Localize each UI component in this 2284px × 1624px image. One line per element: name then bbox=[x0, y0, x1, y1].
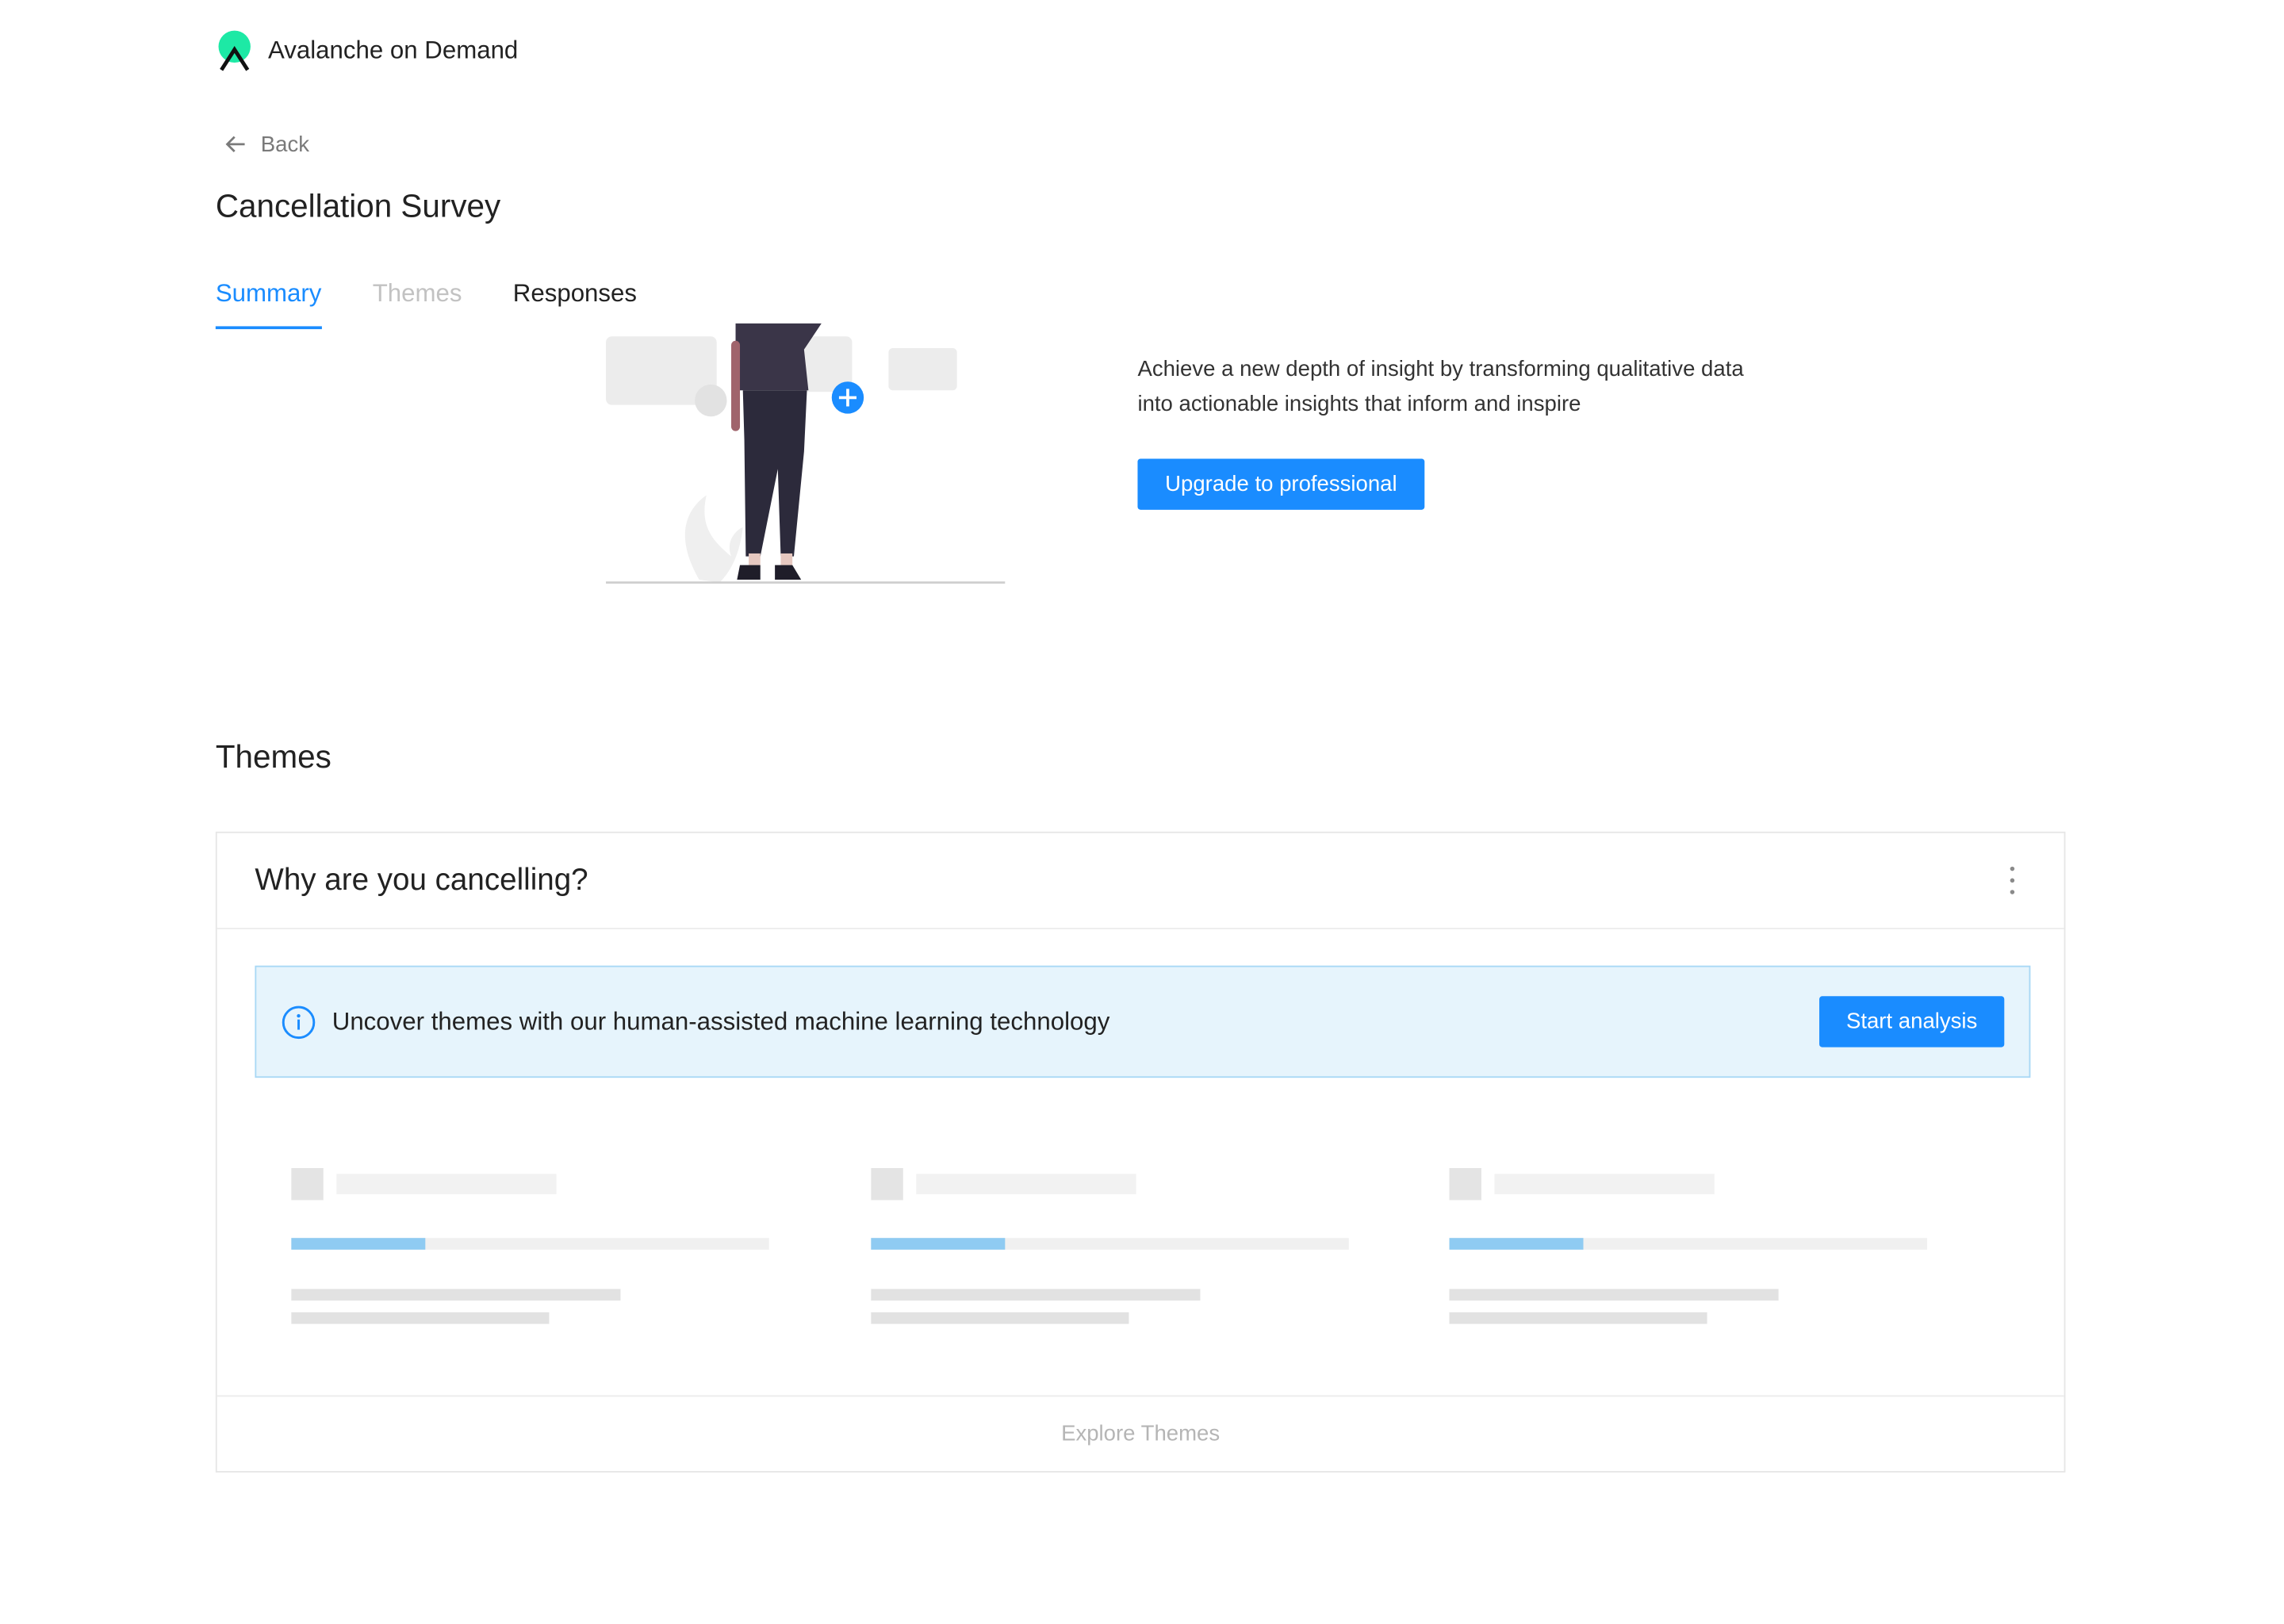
theme-placeholder-card bbox=[291, 1168, 772, 1328]
arrow-left-icon bbox=[225, 136, 245, 152]
theme-placeholder-card bbox=[871, 1168, 1351, 1328]
card-header: Why are you cancelling? bbox=[217, 833, 2064, 929]
start-analysis-button[interactable]: Start analysis bbox=[1819, 996, 2005, 1048]
avalanche-logo-icon bbox=[218, 30, 251, 71]
upgrade-illustration bbox=[606, 323, 1006, 584]
more-vertical-icon[interactable] bbox=[1997, 859, 2026, 902]
app-brand[interactable]: Avalanche on Demand bbox=[216, 29, 518, 73]
banner-text: Uncover themes with our human-assisted m… bbox=[331, 1007, 1110, 1035]
card-footer: Explore Themes bbox=[217, 1395, 2064, 1472]
tab-responses[interactable]: Responses bbox=[513, 280, 637, 329]
tab-bar: Summary Themes Responses bbox=[215, 280, 637, 332]
promo-text: Achieve a new depth of insight by transf… bbox=[1137, 356, 1744, 417]
app-name: Avalanche on Demand bbox=[267, 36, 519, 64]
theme-placeholder-card bbox=[1449, 1168, 1930, 1328]
info-banner: Uncover themes with our human-assisted m… bbox=[255, 965, 2031, 1078]
tab-summary[interactable]: Summary bbox=[215, 280, 321, 330]
themes-section-title: Themes bbox=[215, 738, 331, 776]
explore-themes-link[interactable]: Explore Themes bbox=[1061, 1422, 1220, 1446]
page-title: Cancellation Survey bbox=[215, 187, 501, 224]
back-label: Back bbox=[260, 132, 310, 157]
upgrade-button[interactable]: Upgrade to professional bbox=[1137, 458, 1425, 510]
tab-themes[interactable]: Themes bbox=[373, 280, 462, 329]
back-link[interactable]: Back bbox=[223, 131, 309, 157]
themes-card: Why are you cancelling? Uncover themes w… bbox=[215, 831, 2066, 1473]
question-title: Why are you cancelling? bbox=[255, 863, 588, 897]
info-icon bbox=[282, 1005, 316, 1039]
